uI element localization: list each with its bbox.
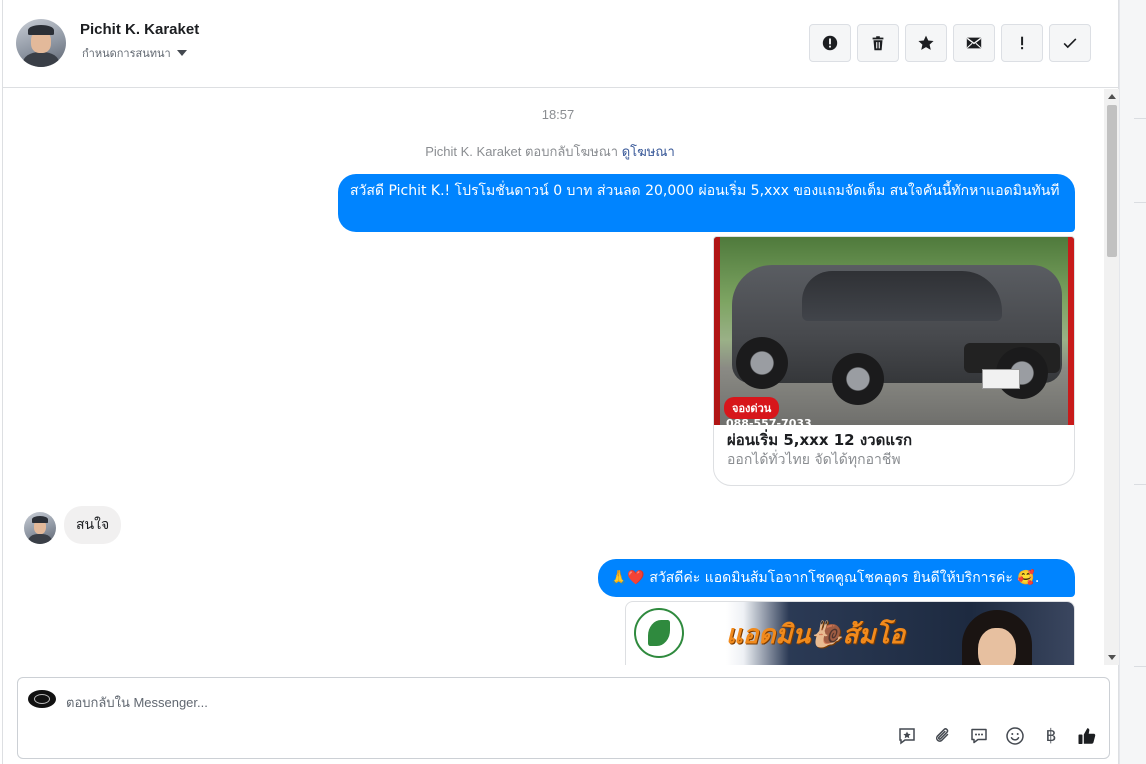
page-avatar	[28, 690, 56, 708]
delete-button[interactable]	[857, 24, 899, 62]
message-scrollbar[interactable]	[1104, 89, 1120, 665]
follow-up-button[interactable]	[1001, 24, 1043, 62]
mark-done-button[interactable]	[1049, 24, 1091, 62]
ad-reply-text: Pichit K. Karaket ตอบกลับโฆษณา	[425, 144, 619, 159]
exclamation-icon	[1021, 36, 1024, 50]
outgoing-message[interactable]: 🙏❤️ สวัสดีค่ะ แอดมินส้มโอจากโชคคูณโชคอุด…	[598, 559, 1075, 597]
conversation-panel: Pichit K. Karaket กำหนดการสนทนา 18:57 Pi…	[2, 0, 1120, 764]
report-icon	[822, 35, 838, 51]
sender-avatar	[24, 512, 56, 544]
saved-reply-icon	[899, 728, 915, 745]
check-icon	[1063, 38, 1077, 49]
promo-image-message[interactable]: แอดมิน🐌ส้มโอ ✦	[625, 601, 1075, 665]
attach-button[interactable]	[931, 724, 955, 748]
mark-spam-button[interactable]	[809, 24, 851, 62]
star-icon	[918, 35, 934, 50]
conversation-settings-dropdown[interactable]: กำหนดการสนทนา	[82, 44, 187, 62]
ad-reply-note: Pichit K. Karaket ตอบกลับโฆษณา ดูโฆษณา	[3, 141, 1097, 162]
baht-icon: ฿	[1045, 726, 1057, 746]
header-toolbar	[809, 24, 1091, 62]
ad-card-description: ออกได้ทั่วไทย จัดได้ทุกอาชีพ	[727, 452, 901, 468]
view-ad-link[interactable]: ดูโฆษณา	[622, 144, 675, 159]
message-timestamp: 18:57	[541, 107, 575, 122]
emoji-icon	[1006, 727, 1024, 745]
reply-input[interactable]	[66, 692, 866, 712]
star-button[interactable]	[905, 24, 947, 62]
mark-unread-button[interactable]	[953, 24, 995, 62]
saved-reply-button[interactable]	[895, 724, 919, 748]
ad-card-message[interactable]: จองด่วน 088-557-7033 ผ่อนเริ่ม 5,xxx 12 …	[713, 236, 1075, 486]
promo-headline: แอดมิน🐌ส้มโอ	[726, 620, 906, 650]
contact-name[interactable]: Pichit K. Karaket	[80, 21, 199, 38]
mail-icon	[966, 37, 982, 49]
messenger-page: Pichit K. Karaket กำหนดการสนทนา 18:57 Pi…	[0, 0, 1146, 764]
dealer-logo	[634, 608, 684, 658]
emoji-button[interactable]	[1003, 724, 1027, 748]
thumbs-up-icon	[1078, 728, 1096, 744]
right-side-strip	[1119, 0, 1146, 764]
like-button[interactable]	[1075, 724, 1099, 748]
message-list[interactable]: 18:57 Pichit K. Karaket ตอบกลับโฆษณา ดูโ…	[3, 89, 1103, 665]
reply-composer: ฿	[17, 677, 1110, 759]
quick-reply-button[interactable]	[967, 724, 991, 748]
book-now-badge: จองด่วน	[724, 397, 780, 419]
ad-card-image: จองด่วน 088-557-7033	[714, 237, 1074, 425]
outgoing-message[interactable]: สวัสดี Pichit K.! โปรโมชั่นดาวน์ 0 บาท ส…	[338, 174, 1075, 232]
caret-down-icon	[176, 50, 187, 56]
trash-icon	[872, 36, 884, 51]
payment-button[interactable]: ฿	[1039, 724, 1063, 748]
scrollbar-thumb[interactable]	[1107, 105, 1117, 257]
attachment-icon	[935, 728, 949, 742]
composer-toolbar: ฿	[895, 724, 1099, 748]
scroll-down-arrow-icon[interactable]	[1108, 655, 1116, 660]
conversation-settings-label: กำหนดการสนทนา	[82, 47, 171, 60]
scroll-up-arrow-icon[interactable]	[1108, 94, 1116, 99]
incoming-message[interactable]: สนใจ	[64, 506, 122, 544]
phone-number: 088-557-7033	[726, 417, 812, 425]
conversation-header: Pichit K. Karaket กำหนดการสนทนา	[3, 0, 1118, 88]
contact-avatar[interactable]	[16, 19, 66, 67]
admin-photo: ✦	[962, 610, 1032, 665]
chat-bubble-icon	[971, 728, 987, 744]
